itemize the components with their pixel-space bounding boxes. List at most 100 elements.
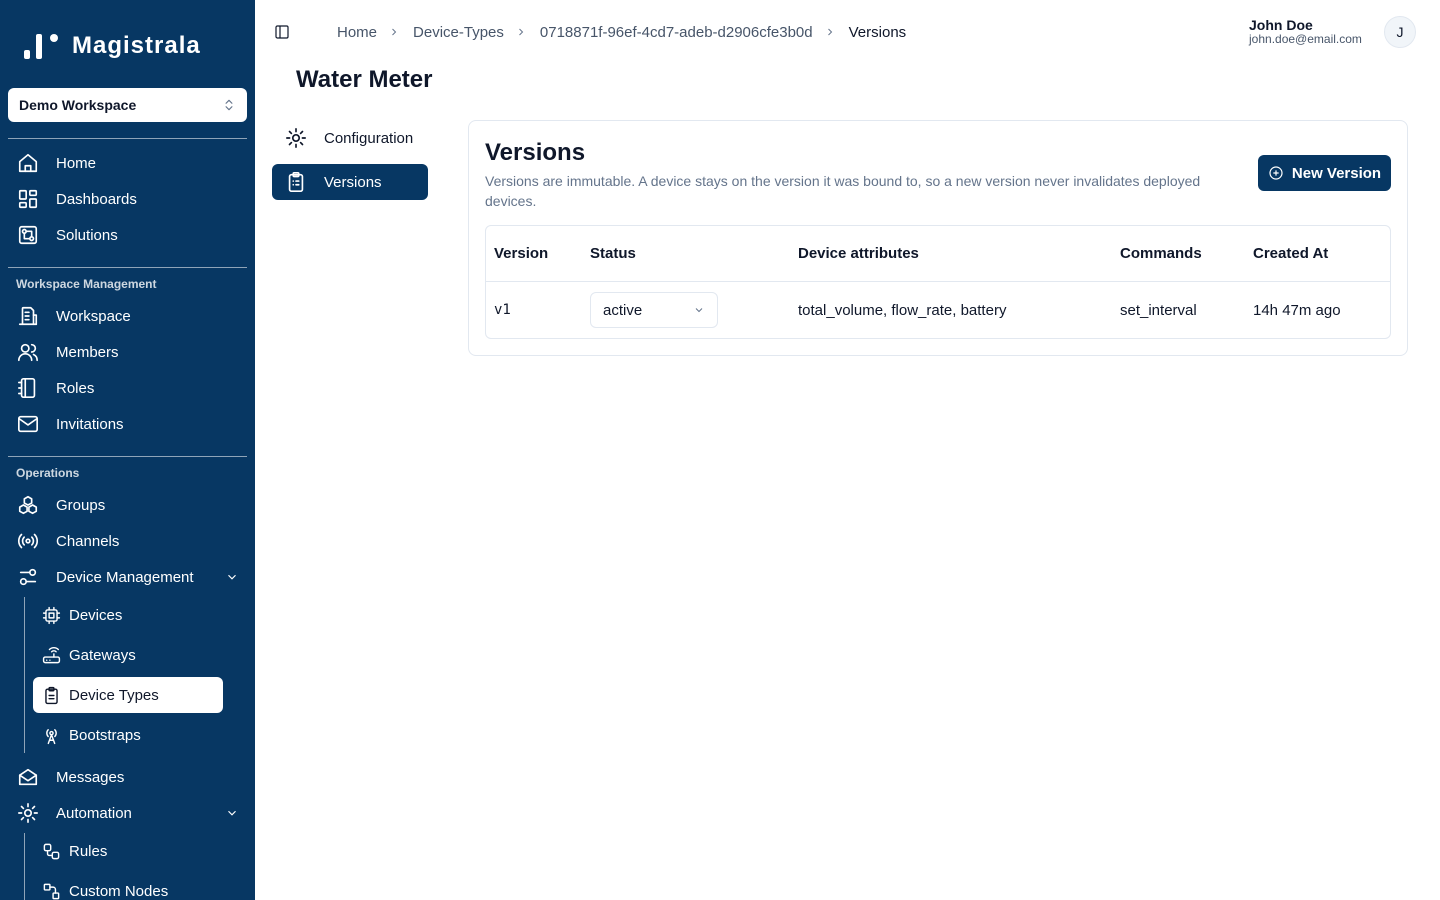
- sidebar-item-solutions[interactable]: Solutions: [16, 219, 247, 251]
- router-icon: [41, 645, 61, 665]
- dashboard-icon: [16, 187, 40, 211]
- chevron-down-icon: [225, 806, 239, 820]
- cell-created-at: 14h 47m ago: [1253, 302, 1341, 319]
- antenna-icon: [41, 725, 61, 745]
- versions-table: Version Status Device attributes Command…: [485, 225, 1391, 339]
- sidebar-item-label: Channels: [56, 532, 120, 550]
- status-select[interactable]: active: [590, 292, 718, 328]
- avatar[interactable]: J: [1384, 16, 1416, 48]
- breadcrumb-device-types[interactable]: Device-Types: [413, 24, 504, 41]
- sidebar-item-label: Automation: [56, 804, 132, 822]
- sidebar-toggle-button[interactable]: [272, 22, 292, 42]
- chevron-right-icon: [515, 25, 529, 39]
- sidebar-item-label: Device Management: [56, 568, 194, 586]
- tab-label: Configuration: [324, 129, 414, 147]
- sidebar-item-label: Devices: [69, 606, 123, 624]
- sidebar-divider: [8, 456, 247, 457]
- sidebar-item-bootstraps[interactable]: Bootstraps: [33, 717, 223, 753]
- sidebar-item-automation[interactable]: Automation: [16, 797, 247, 829]
- radio-icon: [16, 529, 40, 553]
- sidebar-item-devices[interactable]: Devices: [33, 597, 223, 633]
- breadcrumb-home[interactable]: Home: [337, 24, 377, 41]
- new-version-button[interactable]: New Version: [1258, 155, 1391, 191]
- sidebar-item-label: Rules: [69, 842, 108, 860]
- section-label-workspace-management: Workspace Management: [16, 277, 157, 291]
- mail-open-icon: [16, 765, 40, 789]
- column-header-created-at: Created At: [1253, 245, 1329, 262]
- sidebar-item-label: Custom Nodes: [69, 882, 169, 900]
- cell-version: v1: [494, 302, 511, 318]
- subtree-line: [24, 833, 25, 900]
- cpu-icon: [41, 605, 61, 625]
- mail-icon: [16, 412, 40, 436]
- sidebar-item-label: Bootstraps: [69, 726, 141, 744]
- sidebar-item-messages[interactable]: Messages: [16, 761, 247, 793]
- sidebar-item-label: Solutions: [56, 226, 118, 244]
- column-header-status: Status: [590, 245, 636, 262]
- chevron-right-icon: [388, 25, 402, 39]
- status-select-value: active: [603, 301, 643, 319]
- sidebar-item-label: Workspace: [56, 307, 131, 325]
- chevron-right-icon: [824, 25, 838, 39]
- column-header-version: Version: [494, 245, 549, 262]
- chevrons-up-down-icon: [225, 99, 233, 111]
- sidebar-item-label: Messages: [56, 768, 125, 786]
- sidebar-item-label: Groups: [56, 496, 106, 514]
- chevron-down-icon: [695, 308, 703, 313]
- tab-configuration[interactable]: Configuration: [272, 120, 428, 156]
- sidebar-item-label: Device Types: [69, 686, 159, 704]
- new-version-button-label: New Version: [1291, 164, 1382, 182]
- chevron-down-icon: [225, 570, 239, 584]
- sidebar-item-device-management[interactable]: Device Management: [16, 561, 247, 593]
- card-description: Versions are immutable. A device stays o…: [485, 173, 1201, 209]
- sidebar-item-label: Roles: [56, 379, 95, 397]
- sidebar-item-home[interactable]: Home: [16, 147, 247, 179]
- page-title: Water Meter: [296, 66, 433, 93]
- solutions-icon: [16, 223, 40, 247]
- sidebar-item-dashboards[interactable]: Dashboards: [16, 183, 247, 215]
- notebook-icon: [16, 376, 40, 400]
- sidebar-item-label: Members: [56, 343, 119, 361]
- subtree-line: [24, 597, 25, 753]
- versions-card: Versions Versions are immutable. A devic…: [468, 120, 1408, 356]
- breadcrumb-device-type-id[interactable]: 0718871f-96ef-4cd7-adeb-d2906cfe3b0d: [540, 24, 813, 41]
- sidebar-item-groups[interactable]: Groups: [16, 489, 247, 521]
- brand-logo[interactable]: Magistrala: [24, 32, 201, 60]
- sidebar-item-workspace[interactable]: Workspace: [16, 300, 247, 332]
- boxes-icon: [16, 493, 40, 517]
- breadcrumb: Home Device-Types 0718871f-96ef-4cd7-ade…: [337, 22, 906, 42]
- brand-name: Magistrala: [72, 32, 201, 59]
- sidebar: Magistrala Demo Workspace Home Dashboard…: [0, 0, 255, 900]
- cell-device-attributes: total_volume, flow_rate, battery: [798, 302, 1007, 319]
- sidebar-item-gateways[interactable]: Gateways: [33, 637, 223, 673]
- sidebar-item-label: Invitations: [56, 415, 124, 433]
- sidebar-item-members[interactable]: Members: [16, 336, 247, 368]
- column-header-commands: Commands: [1120, 245, 1202, 262]
- sidebar-item-label: Dashboards: [56, 190, 137, 208]
- card-title: Versions: [485, 139, 586, 166]
- tab-versions[interactable]: Versions: [272, 164, 428, 200]
- user-info[interactable]: John Doe john.doe@email.com: [1249, 18, 1362, 46]
- workspace-selector-value: Demo Workspace: [19, 97, 137, 113]
- sidebar-item-device-types[interactable]: Device Types: [33, 677, 223, 713]
- breadcrumb-current: Versions: [848, 23, 907, 41]
- section-label-operations: Operations: [16, 466, 80, 480]
- users-icon: [16, 340, 40, 364]
- nodes-icon: [41, 881, 61, 900]
- table-header: Version Status Device attributes Command…: [486, 226, 1390, 282]
- sidebar-item-custom-nodes[interactable]: Custom Nodes: [33, 873, 223, 900]
- sidebar-item-invitations[interactable]: Invitations: [16, 408, 247, 440]
- plus-circle-icon: [1269, 166, 1283, 180]
- workspace-selector[interactable]: Demo Workspace: [8, 88, 247, 122]
- gear-icon: [284, 126, 308, 150]
- sidebar-divider: [8, 267, 247, 268]
- workflow-icon: [41, 841, 61, 861]
- table-row: v1 active total_volume, flow_rate, batte…: [486, 283, 1390, 339]
- tab-label: Versions: [324, 173, 382, 191]
- panel-left-icon: [275, 25, 289, 39]
- clipboard-list-icon: [284, 170, 308, 194]
- sidebar-item-channels[interactable]: Channels: [16, 525, 247, 557]
- sidebar-item-roles[interactable]: Roles: [16, 372, 247, 404]
- sidebar-item-rules[interactable]: Rules: [33, 833, 223, 869]
- clipboard-icon: [41, 685, 61, 705]
